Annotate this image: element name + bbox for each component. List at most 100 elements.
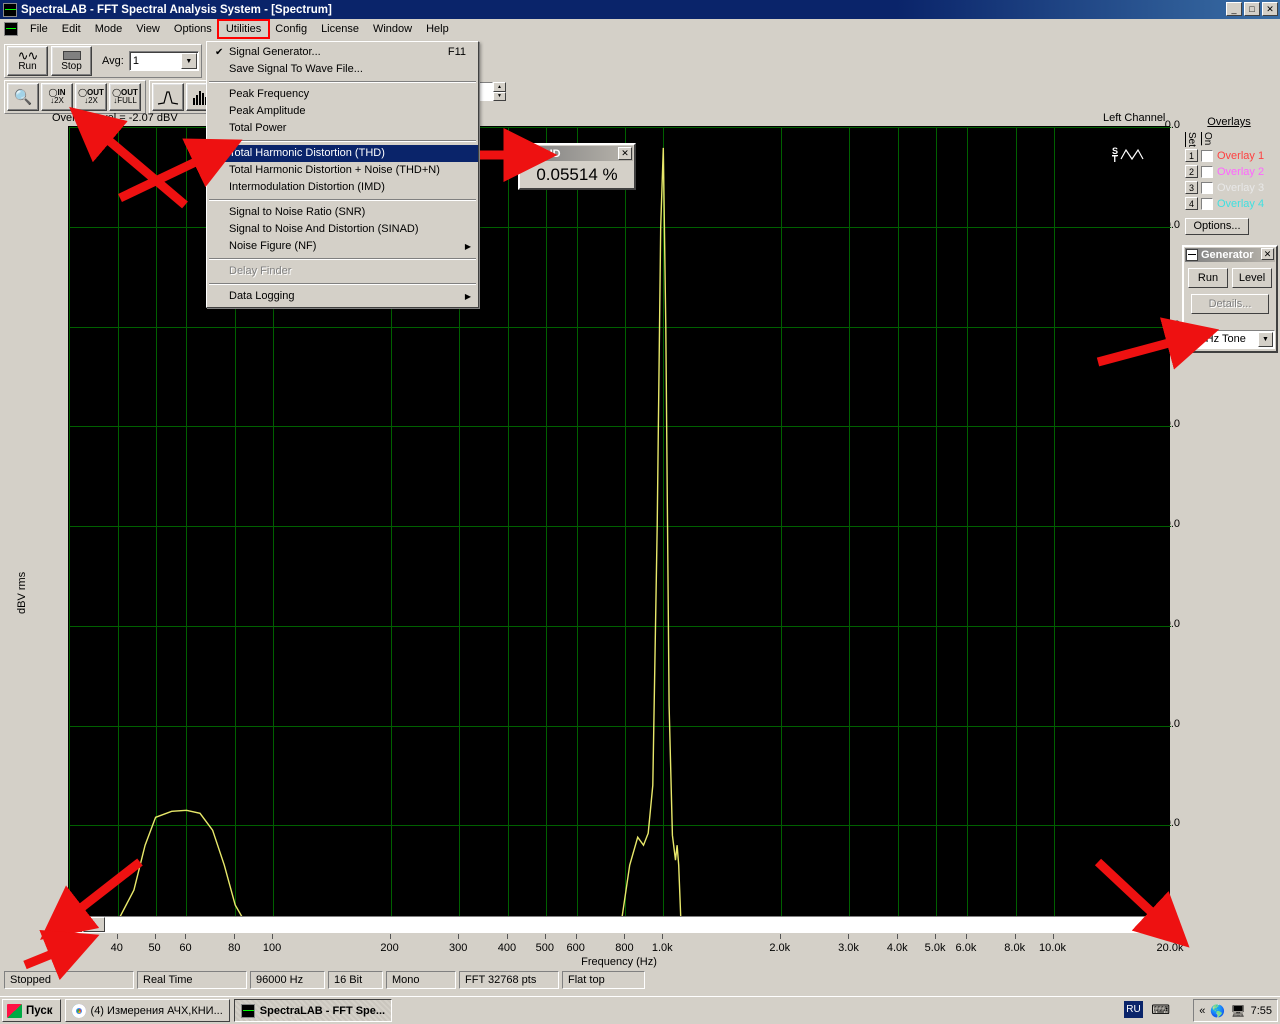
network-connections-icon[interactable]: 🖥 bbox=[1230, 1004, 1245, 1018]
overlay-set-button[interactable]: 1 bbox=[1185, 149, 1198, 162]
x-tick-label: 500 bbox=[535, 942, 554, 954]
spinner-up-icon[interactable]: ▲ bbox=[493, 82, 506, 92]
thd-window[interactable]: THD ✕ 0.05514 % bbox=[518, 143, 636, 190]
run-button[interactable]: ∿∿ Run bbox=[7, 46, 48, 76]
menu-view[interactable]: View bbox=[129, 21, 167, 37]
x-tick-mark bbox=[272, 934, 274, 939]
window-title: SpectraLAB - FFT Spectral Analysis Syste… bbox=[21, 3, 332, 16]
status-mode: Real Time bbox=[137, 971, 247, 989]
generator-close-button[interactable]: ✕ bbox=[1261, 248, 1274, 260]
utilities-dropdown-menu[interactable]: ✔ Signal Generator... F11 Save Signal To… bbox=[206, 41, 479, 308]
menuitem-label: Signal to Noise Ratio (SNR) bbox=[229, 206, 366, 218]
menu-file[interactable]: File bbox=[23, 21, 55, 37]
menuitem-thd-n[interactable]: Total Harmonic Distortion + Noise (THD+N… bbox=[207, 162, 478, 179]
spinner-arrows[interactable]: ▲ ▼ bbox=[493, 82, 506, 101]
check-icon: ✔ bbox=[215, 47, 224, 58]
x-tick-mark bbox=[185, 934, 187, 939]
scroll-left-icon[interactable]: ◀ bbox=[65, 917, 82, 932]
x-tick-mark bbox=[848, 934, 850, 939]
st-label: ST bbox=[1111, 145, 1118, 164]
x-tick-mark bbox=[1014, 934, 1016, 939]
overlays-options-button[interactable]: Options... bbox=[1185, 218, 1249, 235]
avg-combo-value: 1 bbox=[132, 55, 139, 67]
menuitem-sinad[interactable]: Signal to Noise And Distortion (SINAD) bbox=[207, 221, 478, 238]
avg-combo[interactable]: 1 ▼ bbox=[128, 51, 199, 71]
menu-utilities[interactable]: Utilities bbox=[216, 19, 271, 39]
thd-value: 0.05514 % bbox=[536, 165, 618, 184]
menuitem-snr[interactable]: Signal to Noise Ratio (SNR) bbox=[207, 204, 478, 221]
start-button[interactable]: Пуск bbox=[2, 999, 61, 1022]
menuitem-peak-frequency[interactable]: Peak Frequency bbox=[207, 86, 478, 103]
keyboard-icon[interactable]: ⌨ bbox=[1151, 1002, 1170, 1018]
clock[interactable]: 7:55 bbox=[1251, 1005, 1272, 1017]
overlay-on-checkbox[interactable] bbox=[1201, 181, 1213, 194]
menuitem-thd[interactable]: ✔ Total Harmonic Distortion (THD) bbox=[207, 145, 478, 162]
stop-button[interactable]: Stop bbox=[51, 46, 92, 76]
scroll-right-icon[interactable]: ▶ bbox=[1155, 917, 1172, 932]
menu-mode[interactable]: Mode bbox=[88, 21, 130, 37]
overlay-set-button[interactable]: 4 bbox=[1185, 197, 1198, 210]
scroll-thumb[interactable] bbox=[83, 917, 105, 932]
y-axis-label: dBV rms bbox=[16, 571, 28, 614]
x-tick-mark bbox=[624, 934, 626, 939]
menu-separator bbox=[209, 283, 476, 285]
mdi-child-icon[interactable] bbox=[4, 22, 18, 36]
overlays-panel: Overlays Set On 1 Overlay 1 2 Overlay 2 3 Ove… bbox=[1182, 114, 1276, 238]
overlay-on-checkbox[interactable] bbox=[1201, 165, 1213, 178]
menuitem-data-logging[interactable]: Data Logging ▶ bbox=[207, 288, 478, 305]
spinner-down-icon[interactable]: ▼ bbox=[493, 91, 506, 101]
x-tick-mark bbox=[116, 934, 118, 939]
language-indicator[interactable]: RU bbox=[1124, 1001, 1143, 1018]
menuitem-save-signal-to-wave-file[interactable]: Save Signal To Wave File... bbox=[207, 61, 478, 78]
tray-expand-icon[interactable]: « bbox=[1199, 1005, 1205, 1017]
menuitem-imd[interactable]: Intermodulation Distortion (IMD) bbox=[207, 179, 478, 196]
menu-license[interactable]: License bbox=[314, 21, 366, 37]
menu-edit[interactable]: Edit bbox=[55, 21, 88, 37]
network-globe-icon[interactable]: 🌎 bbox=[1210, 1004, 1225, 1018]
overlay-on-checkbox[interactable] bbox=[1201, 149, 1213, 162]
waveform-icon: ∿∿ bbox=[17, 48, 39, 63]
overlay-row: 3 Overlay 3 bbox=[1185, 180, 1264, 195]
x-tick-label: 20.0k bbox=[1156, 942, 1184, 954]
zoom-in-2x-button[interactable]: ◯IN ↓2X bbox=[41, 83, 73, 111]
menu-config[interactable]: Config bbox=[268, 21, 314, 37]
menu-options[interactable]: Options bbox=[167, 21, 219, 37]
generator-window[interactable]: Generator ✕ Run Level Details... 1 kHz T… bbox=[1182, 245, 1278, 353]
channel-label: Left Channel bbox=[1103, 112, 1166, 124]
overlay-set-button[interactable]: 3 bbox=[1185, 181, 1198, 194]
peak-curve-button[interactable] bbox=[152, 83, 184, 111]
x-tick-label: 80 bbox=[228, 942, 241, 954]
overlay-on-checkbox[interactable] bbox=[1201, 197, 1213, 210]
overlays-set-header: Set bbox=[1186, 132, 1197, 148]
chevron-down-icon[interactable]: ▼ bbox=[1258, 332, 1273, 347]
menu-separator bbox=[209, 199, 476, 201]
x-tick-label: 3.0k bbox=[838, 942, 859, 954]
plot-horizontal-scrollbar[interactable]: ◀ ▶ bbox=[64, 916, 1172, 933]
menu-help[interactable]: Help bbox=[419, 21, 456, 37]
generator-run-button[interactable]: Run bbox=[1188, 268, 1228, 288]
start-button-label: Пуск bbox=[26, 1004, 53, 1017]
overlay-set-button[interactable]: 2 bbox=[1185, 165, 1198, 178]
minimize-button[interactable]: _ bbox=[1226, 2, 1242, 16]
taskbar-item-browser[interactable]: (4) Измерения АЧХ,КНИ... bbox=[64, 999, 230, 1022]
menuitem-total-power[interactable]: Total Power bbox=[207, 120, 478, 137]
chevron-down-icon[interactable]: ▼ bbox=[180, 53, 197, 69]
x-tick-mark bbox=[575, 934, 577, 939]
x-tick-label: 400 bbox=[497, 942, 517, 954]
generator-waveform-combo[interactable]: 1 kHz Tone ▼ bbox=[1187, 330, 1275, 349]
taskbar-item-spectralab[interactable]: SpectraLAB - FFT Spe... bbox=[233, 999, 393, 1022]
close-button[interactable]: ✕ bbox=[1262, 2, 1278, 16]
zoom-tool-button[interactable]: 🔍 bbox=[7, 83, 39, 111]
zoom-out-full-button[interactable]: ◯OUT ↓FULL bbox=[109, 83, 141, 111]
menuitem-signal-generator[interactable]: ✔ Signal Generator... F11 bbox=[207, 44, 478, 61]
status-fft-size: FFT 32768 pts bbox=[459, 971, 559, 989]
thd-close-button[interactable]: ✕ bbox=[618, 147, 632, 160]
menuitem-noise-figure[interactable]: Noise Figure (NF) ▶ bbox=[207, 238, 478, 255]
menu-window[interactable]: Window bbox=[366, 21, 419, 37]
x-tick-label: 50 bbox=[148, 942, 161, 954]
generator-level-button[interactable]: Level bbox=[1232, 268, 1272, 288]
x-tick-label: 800 bbox=[615, 942, 634, 954]
maximize-button[interactable]: □ bbox=[1244, 2, 1260, 16]
menuitem-peak-amplitude[interactable]: Peak Amplitude bbox=[207, 103, 478, 120]
zoom-out-2x-button[interactable]: ◯OUT ↓2X bbox=[75, 83, 107, 111]
